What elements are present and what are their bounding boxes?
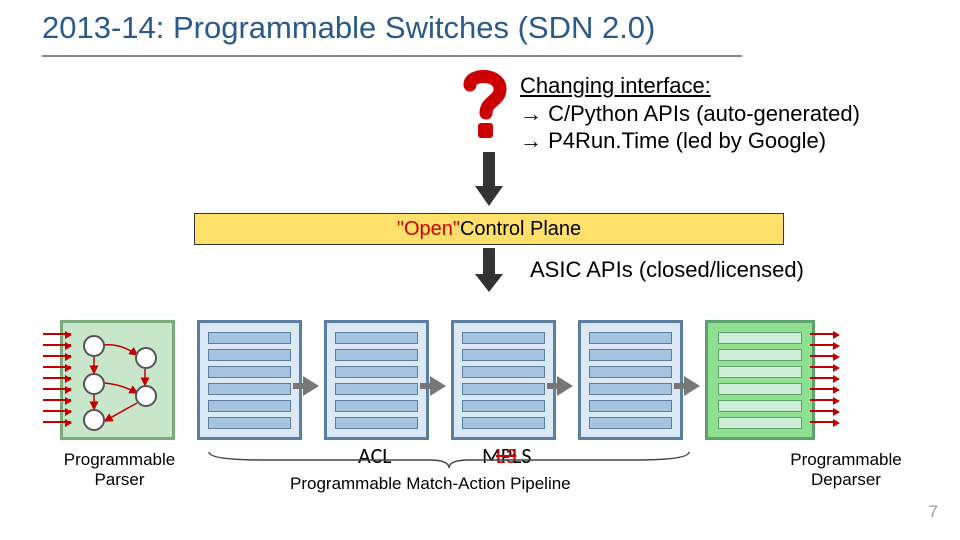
deparser-slot: [718, 383, 802, 395]
interface-line-2: → P4Run.Time (led by Google): [520, 127, 860, 155]
match-action-stage: [197, 320, 302, 440]
title-underline: [42, 55, 742, 57]
slide-number: 7: [929, 502, 938, 522]
parse-graph-edges: [63, 323, 172, 437]
parse-node: [135, 347, 157, 369]
stage-arrow-icon: [303, 376, 319, 396]
table-row: [462, 400, 545, 412]
question-mark-icon: [458, 67, 513, 142]
table-row: [462, 366, 545, 378]
arrow-down-to-pipeline-icon: [475, 248, 503, 294]
table-row: [335, 366, 418, 378]
pipeline-bracket-icon: [204, 450, 694, 470]
parser-block: [60, 320, 175, 440]
slide-title: 2013-14: Programmable Switches (SDN 2.0): [42, 10, 655, 46]
deparser-label: Programmable Deparser: [776, 450, 916, 490]
out-arrow-icon: [810, 366, 834, 368]
table-row: [589, 400, 672, 412]
table-row: [208, 417, 291, 429]
pipeline-caption: Programmable Match-Action Pipeline: [290, 474, 571, 494]
control-plane-box: "Open" Control Plane: [194, 213, 784, 245]
table-row: [589, 383, 672, 395]
parse-node: [135, 385, 157, 407]
deparser-slot: [718, 349, 802, 361]
deparser-slot: [718, 417, 802, 429]
out-arrow-icon: [810, 344, 834, 346]
interface-heading: Changing interface:: [520, 72, 860, 100]
deparser-slot: [718, 366, 802, 378]
interface-text: Changing interface: → C/Python APIs (aut…: [520, 72, 860, 155]
control-plane-rest: Control Plane: [460, 218, 581, 241]
out-arrow-icon: [810, 421, 834, 423]
deparser-output-arrows: [810, 333, 840, 433]
table-row: [335, 383, 418, 395]
table-row: [462, 383, 545, 395]
stage-arrow-icon: [430, 376, 446, 396]
stage-arrow-icon: [557, 376, 573, 396]
interface-line-1: → C/Python APIs (auto-generated): [520, 100, 860, 128]
table-row: [335, 332, 418, 344]
stage-arrow-icon: [684, 376, 700, 396]
table-row: [208, 349, 291, 361]
table-row: [589, 349, 672, 361]
table-row: [208, 383, 291, 395]
deparser-block: [705, 320, 815, 440]
table-row: [589, 332, 672, 344]
table-row: [335, 349, 418, 361]
deparser-slot: [718, 332, 802, 344]
table-row: [462, 332, 545, 344]
table-row: [589, 366, 672, 378]
table-row: [208, 400, 291, 412]
parse-node: [83, 409, 105, 431]
out-arrow-icon: [810, 399, 834, 401]
arrow-down-to-control-plane-icon: [475, 152, 503, 207]
parse-node: [83, 373, 105, 395]
parser-label: Programmable Parser: [52, 450, 187, 490]
pipeline-row: [60, 300, 900, 460]
table-row: [462, 349, 545, 361]
out-arrow-icon: [810, 377, 834, 379]
out-arrow-icon: [810, 410, 834, 412]
parse-node: [83, 335, 105, 357]
open-quoted: "Open": [397, 218, 460, 241]
deparser-slot: [718, 400, 802, 412]
table-row: [208, 332, 291, 344]
match-action-stage: [324, 320, 429, 440]
table-row: [208, 366, 291, 378]
asic-apis-label: ASIC APIs (closed/licensed): [530, 257, 804, 283]
table-row: [462, 417, 545, 429]
out-arrow-icon: [810, 388, 834, 390]
table-row: [335, 400, 418, 412]
out-arrow-icon: [810, 355, 834, 357]
match-action-stage: [578, 320, 683, 440]
match-action-stage: [451, 320, 556, 440]
table-row: [335, 417, 418, 429]
out-arrow-icon: [810, 333, 834, 335]
table-row: [589, 417, 672, 429]
